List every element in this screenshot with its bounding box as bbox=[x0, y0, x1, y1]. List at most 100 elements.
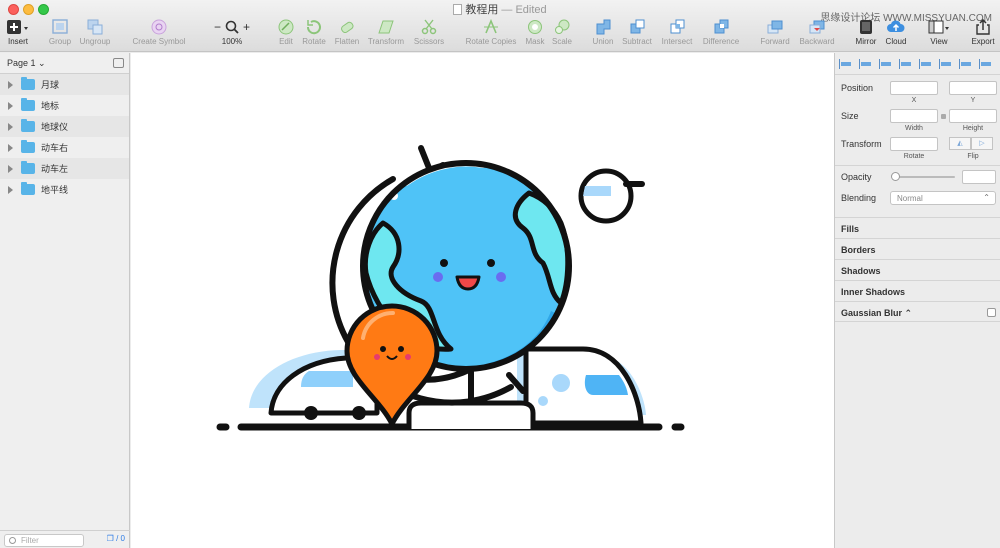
rotate-icon bbox=[306, 20, 321, 35]
disclosure-triangle-icon[interactable] bbox=[8, 185, 13, 194]
document-icon bbox=[453, 4, 463, 15]
edit-button[interactable]: Edit bbox=[273, 19, 299, 46]
forward-button[interactable]: Forward bbox=[758, 19, 792, 46]
flip-vertical-icon[interactable]: ▷ bbox=[971, 137, 993, 150]
union-button[interactable]: Union bbox=[589, 19, 617, 46]
rotate-button[interactable]: Rotate bbox=[300, 19, 328, 46]
canvas[interactable] bbox=[131, 53, 834, 548]
transform-button[interactable]: Transform bbox=[365, 19, 407, 46]
y-position-input[interactable] bbox=[949, 81, 997, 95]
send-backward-icon bbox=[809, 20, 825, 34]
union-icon bbox=[596, 19, 611, 35]
zoom-in-button[interactable]: + bbox=[243, 20, 250, 34]
gaussian-blur-section[interactable]: Gaussian Blur ⌃ bbox=[835, 301, 1000, 322]
align-center-icon[interactable] bbox=[899, 58, 913, 69]
scale-label: Scale bbox=[551, 37, 572, 46]
gaussian-blur-checkbox[interactable] bbox=[987, 308, 996, 317]
view-button[interactable]: View bbox=[925, 19, 953, 46]
zoom-control[interactable]: − + 100% bbox=[207, 19, 257, 46]
difference-button[interactable]: Difference bbox=[699, 19, 743, 46]
flip-horizontal-icon[interactable]: ◭ bbox=[949, 137, 971, 150]
shadows-label: Shadows bbox=[841, 266, 881, 276]
height-input[interactable] bbox=[949, 109, 997, 123]
group-label: Group bbox=[48, 37, 72, 46]
mask-button[interactable]: Mask bbox=[522, 19, 548, 46]
transform-label: Transform bbox=[841, 139, 882, 149]
layer-item[interactable]: 地球仪 bbox=[0, 116, 129, 137]
align-middle-icon[interactable] bbox=[959, 58, 973, 69]
zoom-out-button[interactable]: − bbox=[214, 20, 221, 34]
distribute-horizontal-icon[interactable] bbox=[839, 58, 853, 69]
x-position-input[interactable] bbox=[890, 81, 938, 95]
subtract-button[interactable]: Subtract bbox=[619, 19, 655, 46]
rotate-input[interactable] bbox=[890, 137, 938, 151]
rotate-label: Rotate bbox=[302, 37, 326, 46]
opacity-input[interactable] bbox=[962, 170, 996, 184]
disclosure-triangle-icon[interactable] bbox=[8, 164, 13, 173]
disclosure-triangle-icon[interactable] bbox=[8, 80, 13, 89]
size-row: Size Width Height bbox=[835, 103, 1000, 132]
subtract-label: Subtract bbox=[622, 37, 652, 46]
flatten-button[interactable]: Flatten bbox=[332, 19, 362, 46]
inspector-panel: Position X Y Size Width Height Transform… bbox=[834, 53, 1000, 548]
align-right-icon[interactable] bbox=[919, 58, 933, 69]
inner-shadows-section[interactable]: Inner Shadows bbox=[835, 280, 1000, 301]
symbols-filter-icon[interactable]: ❐ bbox=[107, 534, 114, 543]
magnifier-icon bbox=[225, 20, 239, 34]
subtract-icon bbox=[630, 19, 645, 34]
train-right[interactable] bbox=[517, 346, 646, 426]
transform-row: Transform ◭ ▷ Rotate Flip bbox=[835, 131, 1000, 165]
bring-forward-icon bbox=[767, 20, 783, 34]
borders-section[interactable]: Borders bbox=[835, 238, 1000, 259]
page-selector[interactable]: Page 1 ⌄ bbox=[0, 53, 129, 74]
layer-label: 地平线 bbox=[41, 185, 69, 195]
flip-buttons: ◭ ▷ bbox=[949, 137, 993, 150]
lock-ratio-icon[interactable] bbox=[941, 114, 946, 119]
add-page-icon[interactable] bbox=[113, 58, 124, 68]
layer-item[interactable]: 月球 bbox=[0, 74, 129, 95]
distribute-vertical-icon[interactable] bbox=[859, 58, 873, 69]
align-left-icon[interactable] bbox=[879, 58, 893, 69]
group-button[interactable]: Group bbox=[46, 19, 74, 46]
export-button[interactable]: Export bbox=[968, 19, 998, 46]
layer-item[interactable]: 动车左 bbox=[0, 158, 129, 179]
cloud-button[interactable]: Cloud bbox=[882, 19, 910, 46]
union-label: Union bbox=[592, 37, 614, 46]
disclosure-triangle-icon[interactable] bbox=[8, 101, 13, 110]
disclosure-triangle-icon[interactable] bbox=[8, 143, 13, 152]
filter-options[interactable]: ❐ / 0 bbox=[107, 534, 125, 543]
rotate-copies-button[interactable]: Rotate Copies bbox=[462, 19, 520, 46]
intersect-button[interactable]: Intersect bbox=[657, 19, 697, 46]
layer-item[interactable]: 动车右 bbox=[0, 137, 129, 158]
opacity-slider-knob[interactable] bbox=[891, 172, 900, 181]
opacity-row: Opacity bbox=[835, 165, 1000, 187]
edit-icon bbox=[278, 19, 294, 35]
layer-label: 地标 bbox=[41, 101, 60, 111]
opacity-slider-track[interactable] bbox=[893, 176, 955, 178]
mirror-device-icon bbox=[860, 20, 872, 34]
align-top-icon[interactable] bbox=[939, 58, 953, 69]
create-symbol-button[interactable]: Create Symbol bbox=[128, 19, 190, 46]
slice-filter-icon[interactable]: / bbox=[116, 534, 118, 543]
moon[interactable] bbox=[578, 168, 645, 224]
blending-select[interactable]: Normal ⌃ bbox=[890, 191, 996, 205]
align-bottom-icon[interactable] bbox=[979, 58, 993, 69]
layer-item[interactable]: 地标 bbox=[0, 95, 129, 116]
fills-section[interactable]: Fills bbox=[835, 217, 1000, 238]
symbol-icon bbox=[151, 19, 167, 35]
layer-item[interactable]: 地平线 bbox=[0, 179, 129, 200]
export-share-icon bbox=[976, 19, 990, 35]
ungroup-button[interactable]: Ungroup bbox=[78, 19, 112, 46]
ungroup-label: Ungroup bbox=[79, 37, 111, 46]
select-chevron-icon: ⌃ bbox=[983, 193, 990, 202]
width-input[interactable] bbox=[890, 109, 938, 123]
mirror-button[interactable]: Mirror bbox=[852, 19, 880, 46]
disclosure-triangle-icon[interactable] bbox=[8, 122, 13, 131]
layer-label: 地球仪 bbox=[41, 122, 69, 132]
insert-button[interactable]: Insert bbox=[5, 19, 31, 46]
scissors-button[interactable]: Scissors bbox=[410, 19, 448, 46]
filter-input[interactable]: Filter bbox=[4, 534, 84, 547]
scale-button[interactable]: Scale bbox=[549, 19, 575, 46]
shadows-section[interactable]: Shadows bbox=[835, 259, 1000, 280]
backward-button[interactable]: Backward bbox=[796, 19, 838, 46]
